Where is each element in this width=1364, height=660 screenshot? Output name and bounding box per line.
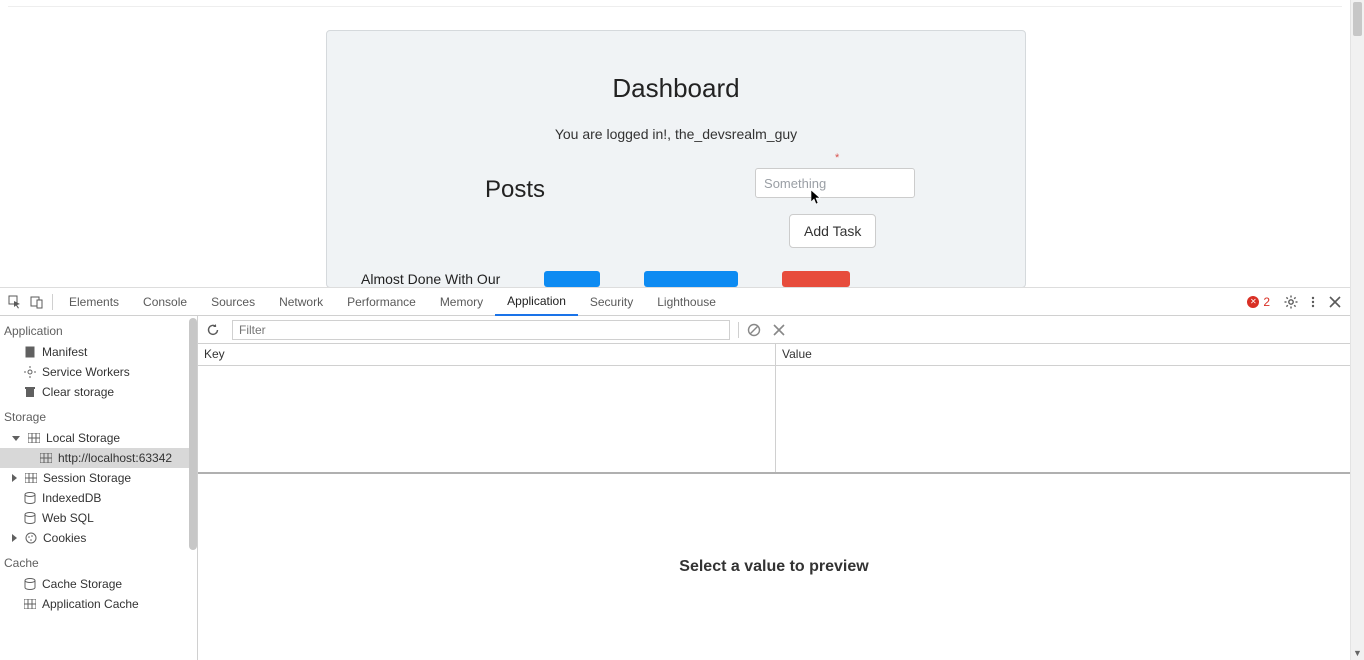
storage-toolbar	[198, 316, 1350, 344]
sidebar-item-cache-storage[interactable]: Cache Storage	[0, 574, 197, 594]
kv-header-value[interactable]: Value	[776, 344, 1350, 365]
post-action-button-2[interactable]	[644, 271, 738, 287]
devtools-close-icon[interactable]	[1324, 291, 1346, 313]
grid-icon	[24, 598, 36, 610]
scroll-down-icon[interactable]: ▼	[1351, 646, 1364, 660]
devtools-tabstrip: Elements Console Sources Network Perform…	[0, 288, 1350, 316]
logged-in-text: You are logged in!, the_devsrealm_guy	[555, 126, 797, 142]
kv-key-column	[198, 366, 776, 472]
sidebar-item-label: Session Storage	[43, 471, 131, 485]
tab-security[interactable]: Security	[578, 288, 645, 316]
sidebar-item-label: Web SQL	[42, 511, 94, 525]
preview-empty-text: Select a value to preview	[679, 558, 868, 576]
sidebar-item-indexeddb[interactable]: IndexedDB	[0, 488, 197, 508]
add-task-button[interactable]: Add Task	[789, 214, 876, 248]
refresh-icon[interactable]	[206, 323, 224, 337]
sidebar-item-application-cache[interactable]: Application Cache	[0, 594, 197, 614]
tab-application[interactable]: Application	[495, 288, 578, 316]
kv-table-header: Key Value	[198, 344, 1350, 366]
page-title: Dashboard	[612, 73, 739, 104]
grid-icon	[40, 452, 52, 464]
posts-row: Posts * Add Task	[327, 152, 1025, 248]
kv-table-body[interactable]	[198, 366, 1350, 472]
preview-pane: Select a value to preview	[198, 472, 1350, 660]
task-form: * Add Task	[755, 152, 915, 248]
something-input[interactable]	[755, 168, 915, 198]
tab-console[interactable]: Console	[131, 288, 199, 316]
webapp-viewport: Dashboard You are logged in!, the_devsre…	[0, 0, 1350, 288]
database-icon	[24, 492, 36, 504]
chevron-down-icon	[12, 436, 20, 441]
sidebar-item-label: http://localhost:63342	[58, 451, 172, 465]
inspect-element-icon[interactable]	[4, 291, 26, 313]
application-main: Key Value Select a value to preview	[198, 316, 1350, 660]
gear-icon	[24, 366, 36, 378]
sidebar-item-websql[interactable]: Web SQL	[0, 508, 197, 528]
settings-gear-icon[interactable]	[1280, 291, 1302, 313]
sidebar-item-manifest[interactable]: Manifest	[0, 342, 197, 362]
sidebar-item-session-storage[interactable]: Session Storage	[0, 468, 197, 488]
chevron-right-icon	[12, 474, 17, 482]
sidebar-item-label: Manifest	[42, 345, 87, 359]
database-icon	[24, 512, 36, 524]
sidebar-item-label: Service Workers	[42, 365, 130, 379]
toolbar-divider	[738, 322, 739, 338]
tab-sources[interactable]: Sources	[199, 288, 267, 316]
sidebar-item-cookies[interactable]: Cookies	[0, 528, 197, 548]
chevron-right-icon	[12, 534, 17, 542]
sidebar-item-label: Cache Storage	[42, 577, 122, 591]
more-menu-icon[interactable]	[1302, 291, 1324, 313]
scroll-thumb[interactable]	[1353, 2, 1362, 36]
sidebar-item-label: IndexedDB	[42, 491, 101, 505]
error-count: 2	[1263, 295, 1270, 309]
tab-performance[interactable]: Performance	[335, 288, 428, 316]
post-list-row: Almost Done With Our	[361, 271, 991, 287]
tabstrip-divider	[52, 294, 53, 310]
application-sidebar: Application Manifest Service Workers Cle…	[0, 316, 198, 660]
page-top-rule	[8, 6, 1342, 7]
post-action-button-1[interactable]	[544, 271, 600, 287]
kv-value-column	[776, 366, 1350, 472]
tab-memory[interactable]: Memory	[428, 288, 495, 316]
delete-selected-icon[interactable]	[773, 324, 791, 336]
sidebar-group-cache: Cache	[0, 548, 197, 574]
trash-icon	[24, 386, 36, 398]
dashboard-panel: Dashboard You are logged in!, the_devsre…	[326, 30, 1026, 288]
sidebar-item-label: Application Cache	[42, 597, 139, 611]
devtools-panel: Elements Console Sources Network Perform…	[0, 288, 1350, 660]
posts-heading: Posts	[485, 176, 545, 204]
sidebar-item-label: Cookies	[43, 531, 86, 545]
manifest-icon	[24, 346, 36, 358]
tab-lighthouse[interactable]: Lighthouse	[645, 288, 728, 316]
sidebar-item-label: Local Storage	[46, 431, 120, 445]
cookie-icon	[25, 532, 37, 544]
sidebar-item-label: Clear storage	[42, 385, 114, 399]
post-item-text: Almost Done With Our	[361, 271, 500, 287]
devtools-body: Application Manifest Service Workers Cle…	[0, 316, 1350, 660]
database-icon	[24, 578, 36, 590]
sidebar-item-clear-storage[interactable]: Clear storage	[0, 382, 197, 402]
kv-header-key[interactable]: Key	[198, 344, 776, 365]
sidebar-item-local-storage-origin[interactable]: http://localhost:63342	[0, 448, 197, 468]
sidebar-group-application: Application	[0, 316, 197, 342]
filter-input[interactable]	[232, 320, 730, 340]
error-x-icon: ✕	[1247, 296, 1259, 308]
clear-all-icon[interactable]	[747, 323, 765, 337]
window-scrollbar[interactable]: ▲ ▼	[1350, 0, 1364, 660]
grid-icon	[25, 472, 37, 484]
device-toolbar-icon[interactable]	[26, 291, 48, 313]
tab-network[interactable]: Network	[267, 288, 335, 316]
sidebar-item-local-storage[interactable]: Local Storage	[0, 428, 197, 448]
sidebar-group-storage: Storage	[0, 402, 197, 428]
sidebar-scrollbar[interactable]	[189, 318, 197, 550]
error-indicator[interactable]: ✕ 2	[1247, 295, 1270, 309]
tab-elements[interactable]: Elements	[57, 288, 131, 316]
sidebar-item-service-workers[interactable]: Service Workers	[0, 362, 197, 382]
grid-icon	[28, 432, 40, 444]
required-asterisk: *	[835, 152, 839, 164]
post-delete-button[interactable]	[782, 271, 850, 287]
